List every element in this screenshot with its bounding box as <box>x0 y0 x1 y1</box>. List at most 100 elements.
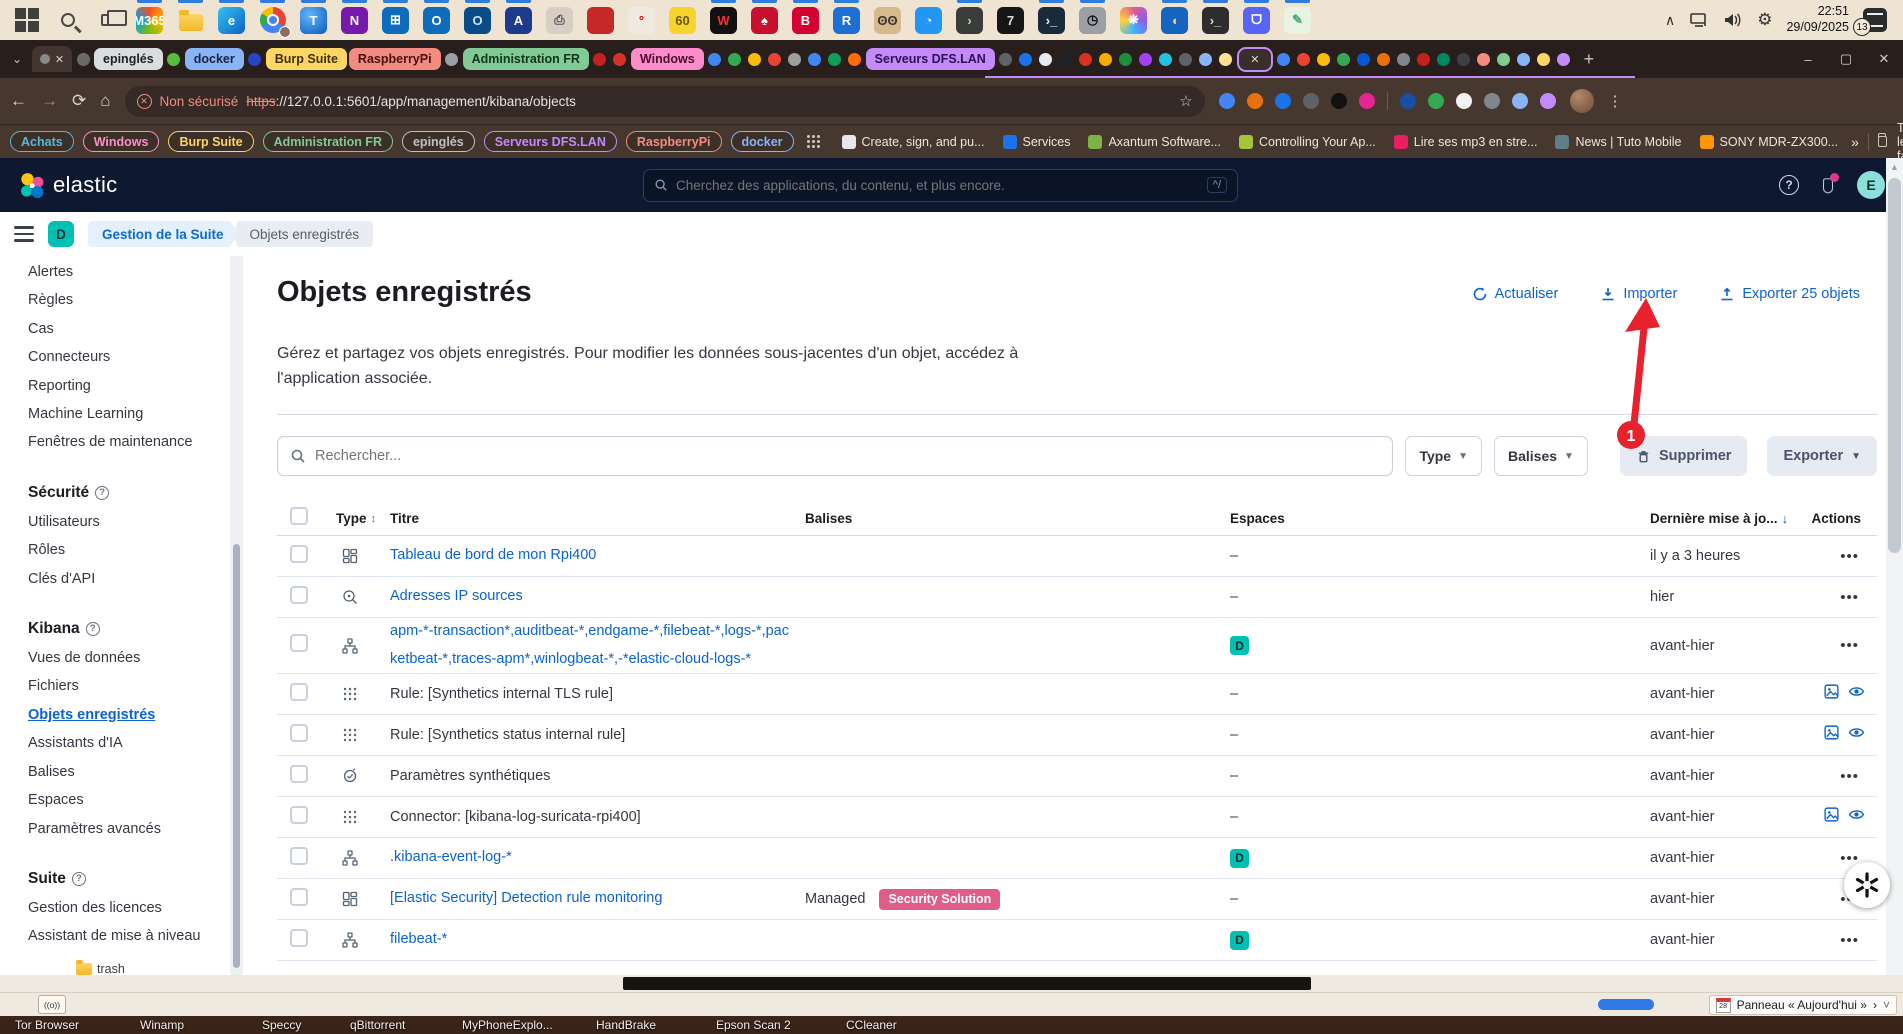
browser-tab[interactable] <box>1017 47 1035 71</box>
desktop-icon-label[interactable]: Epson Scan 2 <box>716 1018 791 1032</box>
desktop-icon-label[interactable]: MyPhoneExplo... <box>462 1018 553 1032</box>
space-badge-default[interactable]: D <box>1230 636 1249 655</box>
object-title-link[interactable]: filebeat-* <box>390 931 447 947</box>
sidebar-item-connecteurs[interactable]: Connecteurs <box>28 343 230 371</box>
browser-tab[interactable] <box>1315 47 1333 71</box>
bookmarks-overflow-icon[interactable]: » <box>1851 134 1859 150</box>
trash-folder-shortcut[interactable]: trash <box>76 962 125 976</box>
browser-tab[interactable] <box>1375 47 1393 71</box>
objects-search-input[interactable] <box>315 448 1380 464</box>
extension-icon[interactable] <box>1303 93 1319 109</box>
taskbar-pin-sevenzip[interactable]: 7 <box>990 0 1031 40</box>
taskbar-pin-realvnc[interactable]: R <box>826 0 867 40</box>
browser-tab[interactable]: ✕ <box>32 46 72 72</box>
taskbar-pin-notes-editor[interactable]: ✎ <box>1277 0 1318 40</box>
taskbar-pin-terminal[interactable]: ›_ <box>1195 0 1236 40</box>
bookmark-group-serveurs-dfs-lan[interactable]: Serveurs DFS.LAN <box>484 131 617 152</box>
extension-icon[interactable] <box>1400 93 1416 109</box>
row-actions-menu-icon[interactable]: ••• <box>1817 768 1877 785</box>
space-badge[interactable]: D <box>48 221 74 247</box>
row-checkbox[interactable] <box>290 888 308 906</box>
settings-gear-icon[interactable]: ⚙ <box>1757 10 1772 30</box>
taskbar-pin-copilot-m365[interactable]: M365 <box>129 0 170 40</box>
panel-chevron-icon[interactable]: ˅ <box>1883 998 1890 1012</box>
browser-tab[interactable] <box>766 47 784 71</box>
browser-menu-icon[interactable]: ⋮ <box>1608 92 1623 110</box>
taskbar-pin-term-color[interactable]: › <box>949 0 990 40</box>
apps-grid-icon[interactable] <box>807 135 820 148</box>
sidebar-item-utilisateurs[interactable]: Utilisateurs <box>28 508 230 536</box>
taskbar-pin-hotspot-shield[interactable]: ◔ <box>908 0 949 40</box>
tags-filter-button[interactable]: Balises▼ <box>1494 436 1588 476</box>
extension-icon[interactable] <box>1512 93 1528 109</box>
today-panel-widget[interactable]: 28 Panneau « Aujourd'hui » › ˅ <box>1709 995 1897 1015</box>
active-tab-kibana[interactable]: ✕ <box>1237 47 1273 72</box>
browser-tab[interactable] <box>1475 47 1493 71</box>
refresh-button[interactable]: Actualiser <box>1472 286 1559 302</box>
browser-tab[interactable] <box>706 47 724 71</box>
browser-tab[interactable] <box>611 47 629 71</box>
browser-tab[interactable] <box>1037 47 1055 71</box>
browser-tab[interactable] <box>1077 47 1095 71</box>
chatgpt-launcher[interactable] <box>1844 862 1890 908</box>
extension-icon[interactable] <box>1428 93 1444 109</box>
row-actions-menu-icon[interactable]: ••• <box>1817 548 1877 565</box>
sidebar-item-assistants-d-ia[interactable]: Assistants d'IA <box>28 729 230 757</box>
browser-tab[interactable] <box>1295 47 1313 71</box>
desktop-icon-label[interactable]: CCleaner <box>846 1018 897 1032</box>
browser-tab[interactable] <box>846 47 864 71</box>
space-badge-default[interactable]: D <box>1230 849 1249 868</box>
extension-icon[interactable] <box>1484 93 1500 109</box>
taskbar-pin-clock-app[interactable]: ◷ <box>1072 0 1113 40</box>
sidebar-item-espaces[interactable]: Espaces <box>28 786 230 814</box>
browser-tab[interactable] <box>1137 47 1155 71</box>
browser-tab[interactable] <box>1157 47 1175 71</box>
row-checkbox[interactable] <box>290 847 308 865</box>
browser-tab[interactable] <box>806 47 824 71</box>
view-relationships-icon[interactable] <box>1848 724 1865 746</box>
taskbar-pin-sixty-app[interactable]: 60 <box>662 0 703 40</box>
global-search-input[interactable] <box>676 178 1199 193</box>
row-checkbox[interactable] <box>290 929 308 947</box>
sidebar-item-fen-tres-de-maintenance[interactable]: Fenêtres de maintenance <box>28 428 230 456</box>
home-icon[interactable]: ⌂ <box>100 91 110 111</box>
breadcrumb-suite-management[interactable]: Gestion de la Suite <box>88 221 240 247</box>
volume-icon[interactable] <box>1723 12 1743 28</box>
bookmark-link[interactable]: Create, sign, and pu... <box>842 135 985 149</box>
bookmark-link[interactable]: News | Tuto Mobile <box>1555 135 1681 149</box>
reload-icon[interactable]: ⟳ <box>72 91 86 111</box>
tab-group-serveurs-dfs-lan[interactable]: Serveurs DFS.LAN <box>866 48 995 70</box>
taskbar-pin-chrome[interactable] <box>252 0 293 40</box>
sidebar-item-r-les[interactable]: Rôles <box>28 536 230 564</box>
col-type[interactable]: Type↕ <box>323 511 377 526</box>
extension-icon[interactable] <box>1540 93 1556 109</box>
taskbar-pin-powershell[interactable]: ›_ <box>1031 0 1072 40</box>
sidebar-item-r-gles[interactable]: Règles <box>28 286 230 314</box>
scrollbar-thumb[interactable] <box>623 977 1311 990</box>
tab-group-docker[interactable]: docker <box>185 48 244 70</box>
network-icon[interactable] <box>1689 12 1709 28</box>
sidebar-scrollbar[interactable] <box>230 256 243 975</box>
extension-icon[interactable] <box>1331 93 1347 109</box>
maximize-button[interactable]: ▢ <box>1827 40 1865 78</box>
browser-tab[interactable] <box>1335 47 1353 71</box>
sidebar-item-alertes[interactable]: Alertes <box>28 258 230 286</box>
row-actions-menu-icon[interactable]: ••• <box>1817 932 1877 949</box>
profile-avatar[interactable] <box>1570 89 1594 113</box>
taskbar-pin-copilot[interactable]: ❋ <box>1113 0 1154 40</box>
sidebar-item-param-tres-avanc-s[interactable]: Paramètres avancés <box>28 815 230 843</box>
browser-tab[interactable] <box>786 47 804 71</box>
taskbar-pin-edge[interactable]: e <box>211 0 252 40</box>
global-search[interactable]: ^/ <box>643 169 1238 202</box>
forward-icon[interactable]: → <box>41 91 58 111</box>
bookmark-link[interactable]: Services <box>1003 135 1071 149</box>
type-filter-button[interactable]: Type▼ <box>1405 436 1482 476</box>
browser-tab[interactable] <box>1395 47 1413 71</box>
bookmark-group-epingl-s[interactable]: epinglés <box>402 131 475 152</box>
row-actions-menu-icon[interactable]: ••• <box>1817 637 1877 654</box>
bookmark-group-burp-suite[interactable]: Burp Suite <box>168 131 253 152</box>
browser-tab[interactable] <box>726 47 744 71</box>
extension-icon[interactable] <box>1247 93 1263 109</box>
user-avatar[interactable]: E <box>1857 171 1885 199</box>
inspect-action-icon[interactable] <box>1823 683 1840 705</box>
